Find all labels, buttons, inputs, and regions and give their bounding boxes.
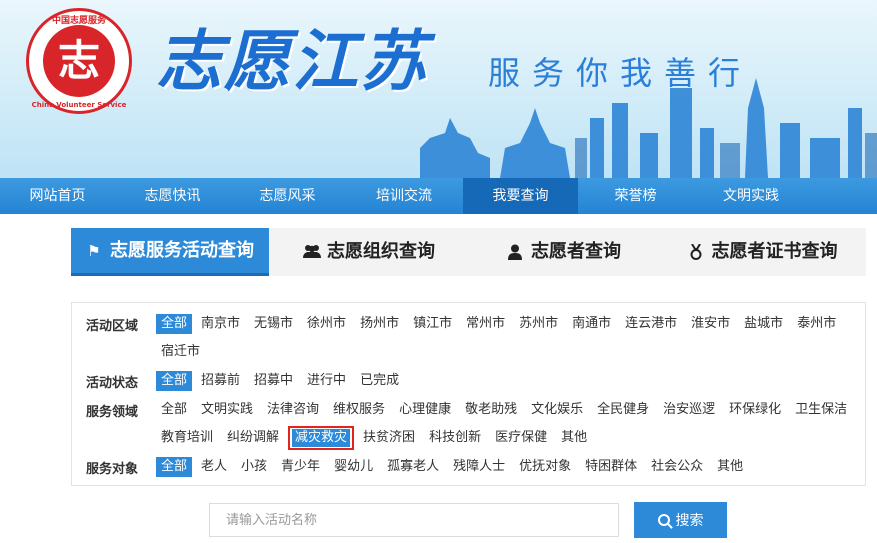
tab-activity-query[interactable]: ⚑ 志愿服务活动查询 bbox=[71, 228, 269, 276]
filter-option[interactable]: 医疗保健 bbox=[490, 428, 552, 448]
filter-option[interactable]: 文化娱乐 bbox=[526, 400, 588, 420]
filter-option[interactable]: 青少年 bbox=[276, 457, 325, 477]
filter-label: 活动状态 bbox=[86, 375, 139, 391]
filter-option[interactable]: 全部 bbox=[156, 457, 193, 477]
filter-option[interactable]: 宿迁市 bbox=[156, 342, 205, 362]
filter-row-area: 活动区域 全部 南京市 无锡市 徐州市 扬州市 镇江市 常州市 苏州市 南通市 … bbox=[86, 313, 845, 335]
tab-label: 志愿组织查询 bbox=[327, 241, 435, 262]
nav-item-showcase[interactable]: 志愿风采 bbox=[230, 178, 345, 214]
filter-option[interactable]: 法律咨询 bbox=[262, 400, 324, 420]
filter-option[interactable]: 南京市 bbox=[196, 314, 245, 334]
tab-organization-query[interactable]: 志愿组织查询 bbox=[269, 228, 469, 276]
filter-option[interactable]: 其他 bbox=[712, 457, 748, 477]
filter-option[interactable]: 维权服务 bbox=[328, 400, 390, 420]
query-tabs: ⚑ 志愿服务活动查询 志愿组织查询 志愿者查询 志愿者证书查询 bbox=[71, 228, 866, 276]
filter-option[interactable]: 卫生保洁 bbox=[790, 400, 852, 420]
tab-label: 志愿服务活动查询 bbox=[110, 239, 254, 261]
filter-option[interactable]: 苏州市 bbox=[514, 314, 563, 334]
filter-option[interactable]: 残障人士 bbox=[448, 457, 510, 477]
filter-option[interactable]: 招募前 bbox=[196, 371, 245, 391]
filter-option[interactable]: 老人 bbox=[196, 457, 232, 477]
filter-option[interactable]: 治安巡逻 bbox=[658, 400, 720, 420]
filter-option[interactable]: 全民健身 bbox=[592, 400, 654, 420]
filter-option[interactable]: 特困群体 bbox=[580, 457, 642, 477]
filter-option-highlighted[interactable]: 减灾救灾 bbox=[288, 426, 355, 450]
nav-item-honor[interactable]: 荣誉榜 bbox=[578, 178, 693, 214]
filter-option[interactable]: 小孩 bbox=[236, 457, 272, 477]
filter-option[interactable]: 婴幼儿 bbox=[329, 457, 378, 477]
filter-option[interactable]: 淮安市 bbox=[686, 314, 735, 334]
filter-option[interactable]: 镇江市 bbox=[408, 314, 457, 334]
filter-row-field-wrap: 教育培训 纠纷调解 减灾救灾 扶贫济困 科技创新 医疗保健 其他 bbox=[156, 426, 596, 450]
filter-option[interactable]: 全部 bbox=[156, 400, 192, 420]
filter-option[interactable]: 全部 bbox=[156, 314, 193, 334]
filter-label: 活动区域 bbox=[86, 318, 139, 334]
nav-item-home[interactable]: 网站首页 bbox=[0, 178, 115, 214]
filter-option[interactable]: 全部 bbox=[156, 371, 193, 391]
filter-option[interactable]: 优抚对象 bbox=[514, 457, 576, 477]
search-icon bbox=[657, 514, 670, 526]
filter-label: 服务对象 bbox=[86, 461, 139, 477]
city-skyline-illustration bbox=[420, 78, 877, 178]
filter-option-label: 减灾救灾 bbox=[292, 429, 351, 447]
filter-option[interactable]: 敬老助残 bbox=[460, 400, 522, 420]
filter-option[interactable]: 泰州市 bbox=[792, 314, 841, 334]
filter-option[interactable]: 扬州市 bbox=[355, 314, 404, 334]
search-input[interactable] bbox=[209, 503, 619, 537]
flag-icon: ⚑ bbox=[87, 241, 101, 260]
filter-option[interactable]: 孤寡老人 bbox=[382, 457, 444, 477]
site-banner: 中国志愿服务 志 China Volunteer Service 志愿江苏 服务… bbox=[0, 0, 877, 178]
filter-row-field: 服务领域 全部 文明实践 法律咨询 维权服务 心理健康 敬老助残 文化娱乐 全民… bbox=[86, 399, 856, 421]
filter-option[interactable]: 其他 bbox=[556, 428, 592, 448]
filter-option[interactable]: 招募中 bbox=[249, 371, 298, 391]
filter-option[interactable]: 无锡市 bbox=[249, 314, 298, 334]
search-button[interactable]: 搜索 bbox=[634, 502, 727, 538]
filter-option[interactable]: 南通市 bbox=[567, 314, 616, 334]
filter-row-status: 活动状态 全部 招募前 招募中 进行中 已完成 bbox=[86, 370, 408, 392]
medal-icon bbox=[688, 243, 704, 260]
filter-option[interactable]: 已完成 bbox=[355, 371, 404, 391]
nav-item-civilization[interactable]: 文明实践 bbox=[693, 178, 809, 214]
filter-option[interactable]: 常州市 bbox=[461, 314, 510, 334]
tab-volunteer-query[interactable]: 志愿者查询 bbox=[469, 228, 659, 276]
filter-option[interactable]: 扶贫济困 bbox=[358, 428, 420, 448]
filter-option[interactable]: 进行中 bbox=[302, 371, 351, 391]
nav-item-training[interactable]: 培训交流 bbox=[345, 178, 463, 214]
filter-row-area-wrap: 宿迁市 bbox=[156, 341, 209, 363]
filter-option[interactable]: 纠纷调解 bbox=[222, 428, 284, 448]
tab-label: 志愿者证书查询 bbox=[711, 241, 838, 262]
filter-label: 服务领域 bbox=[86, 404, 139, 420]
filter-option[interactable]: 心理健康 bbox=[394, 400, 456, 420]
filter-row-target: 服务对象 全部 老人 小孩 青少年 婴幼儿 孤寡老人 残障人士 优抚对象 特困群… bbox=[86, 456, 752, 478]
main-nav: 网站首页 志愿快讯 志愿风采 培训交流 我要查询 荣誉榜 文明实践 bbox=[0, 178, 877, 214]
nav-item-news[interactable]: 志愿快讯 bbox=[115, 178, 230, 214]
tab-label: 志愿者查询 bbox=[531, 241, 621, 262]
filter-option[interactable]: 社会公众 bbox=[646, 457, 708, 477]
filter-option[interactable]: 科技创新 bbox=[424, 428, 486, 448]
filter-option[interactable]: 盐城市 bbox=[739, 314, 788, 334]
filter-panel: 活动区域 全部 南京市 无锡市 徐州市 扬州市 镇江市 常州市 苏州市 南通市 … bbox=[71, 302, 866, 486]
filter-option[interactable]: 文明实践 bbox=[196, 400, 258, 420]
tab-certificate-query[interactable]: 志愿者证书查询 bbox=[659, 228, 866, 276]
filter-option[interactable]: 环保绿化 bbox=[724, 400, 786, 420]
nav-item-query[interactable]: 我要查询 bbox=[463, 178, 578, 214]
filter-option[interactable]: 连云港市 bbox=[620, 314, 682, 334]
filter-option[interactable]: 徐州市 bbox=[302, 314, 351, 334]
group-icon bbox=[303, 244, 321, 260]
filter-option[interactable]: 教育培训 bbox=[156, 428, 218, 448]
person-icon bbox=[507, 244, 523, 260]
search-button-label: 搜索 bbox=[675, 513, 704, 529]
